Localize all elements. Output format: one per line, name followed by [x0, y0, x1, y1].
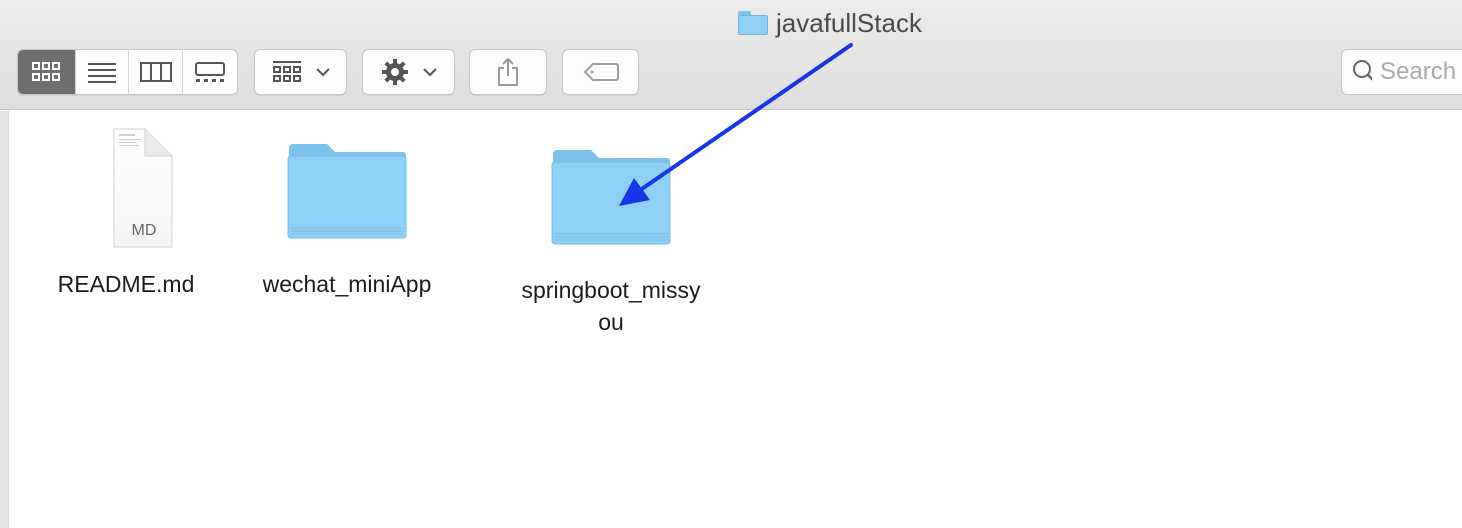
group-by-icon	[272, 61, 301, 82]
share-button[interactable]	[469, 49, 547, 95]
gallery-view-button[interactable]	[183, 50, 237, 94]
gear-icon	[381, 59, 408, 85]
icon-view-button[interactable]	[18, 50, 76, 94]
window-title-label: javafullStack	[776, 7, 922, 38]
file-browser-area	[0, 111, 1462, 528]
folder-name: springboot_missy ou	[522, 274, 701, 338]
window-title: javafullStack	[738, 8, 922, 38]
file-name: README.md	[57, 271, 195, 297]
list-icon	[88, 63, 117, 83]
columns-icon	[139, 62, 172, 82]
folder-icon	[287, 144, 407, 239]
folder-name-line1: springboot_missy	[521, 277, 701, 303]
markdown-document-icon: MD	[79, 128, 173, 248]
tag-icon	[583, 63, 619, 81]
action-button[interactable]	[362, 49, 455, 95]
tags-button[interactable]	[562, 49, 639, 95]
icon-grid-icon	[32, 62, 61, 81]
search-input[interactable]	[1380, 58, 1462, 86]
folder-name: wechat_miniApp	[262, 271, 432, 297]
list-view-button[interactable]	[76, 50, 130, 94]
search-icon	[1353, 60, 1372, 81]
sidebar-edge	[0, 111, 9, 528]
folder-icon	[738, 11, 768, 35]
view-mode-control	[17, 49, 238, 95]
folder-item-wechat-miniapp[interactable]: wechat_miniApp	[247, 140, 447, 300]
folder-name-line2: ou	[598, 309, 624, 335]
column-view-button[interactable]	[129, 50, 184, 94]
file-item-readme[interactable]: MD README.md	[46, 128, 206, 300]
share-icon	[498, 57, 518, 86]
folder-item-springboot-missyou[interactable]: springboot_missy ou	[501, 146, 721, 338]
chevron-down-icon	[422, 68, 437, 77]
search-field[interactable]	[1341, 49, 1462, 95]
folder-icon	[551, 150, 671, 245]
group-by-button[interactable]	[254, 49, 347, 95]
gallery-icon	[195, 62, 226, 82]
chevron-down-icon	[315, 68, 330, 77]
file-extension-label: MD	[131, 222, 157, 239]
window-toolbar: javafullStack	[0, 0, 1462, 110]
